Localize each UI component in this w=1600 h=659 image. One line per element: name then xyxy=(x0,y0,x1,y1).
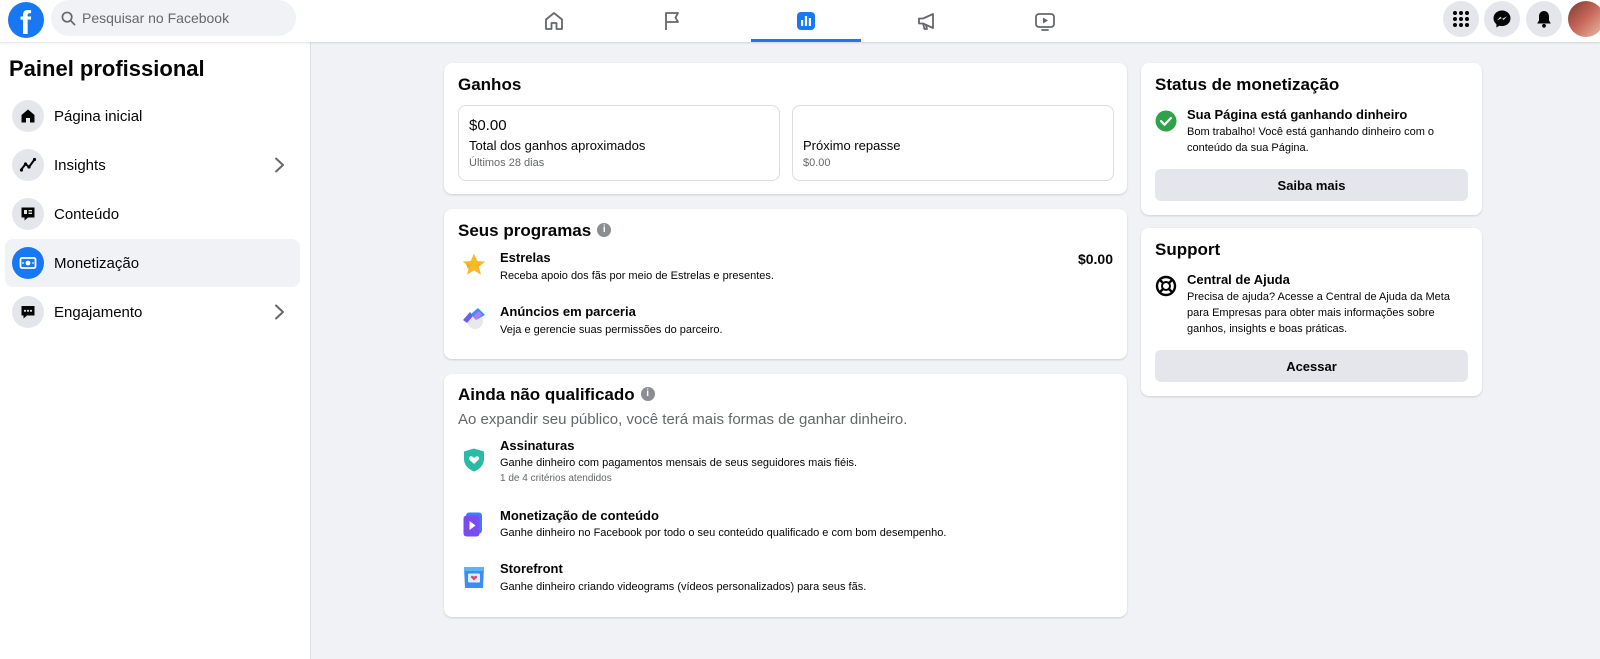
status-headline: Sua Página está ganhando dinheiro xyxy=(1187,107,1408,122)
sidebar: Painel profissional Página inicial Insig… xyxy=(0,42,311,659)
sidebar-icon-wrapper xyxy=(12,247,44,279)
next-payout-box: Próximo repasse $0.00 xyxy=(792,105,1114,181)
not-qualified-title: Ainda não qualificado xyxy=(458,385,635,404)
check-circle-icon xyxy=(1155,110,1177,132)
support-card: Support Central de Ajuda Precisa de ajud… xyxy=(1141,228,1482,396)
programs-title: Seus programas xyxy=(458,221,592,240)
nav-tab-pages[interactable] xyxy=(617,0,727,42)
support-title: Support xyxy=(1155,240,1221,259)
sidebar-item-home[interactable]: Página inicial xyxy=(5,92,300,140)
support-body-line3: ganhos, insights e boas práticas. xyxy=(1187,323,1348,335)
chart-icon xyxy=(797,12,815,30)
info-icon[interactable]: i xyxy=(640,386,655,401)
storefront-icon xyxy=(464,567,484,588)
next-payout-value: $0.00 xyxy=(803,157,831,169)
monetization-status-card: Status de monetização Sua Página está ga… xyxy=(1141,63,1482,215)
learn-more-button[interactable]: Saiba mais xyxy=(1155,169,1468,201)
next-payout-label: Próximo repasse xyxy=(803,138,901,153)
content-icon xyxy=(21,207,35,221)
sidebar-item-label: Insights xyxy=(54,156,106,174)
support-headline: Central de Ajuda xyxy=(1187,272,1290,287)
total-earnings-label: Total dos ganhos aproximados xyxy=(469,138,646,153)
grid-menu-icon xyxy=(1453,11,1469,27)
sidebar-title: Painel profissional xyxy=(9,56,205,81)
program-name: Assinaturas xyxy=(500,438,575,453)
megaphone-icon xyxy=(918,13,934,30)
program-name: Monetização de conteúdo xyxy=(500,508,659,523)
star-icon xyxy=(462,253,486,275)
video-icon xyxy=(1035,13,1055,31)
total-earnings-period: Últimos 28 dias xyxy=(469,157,545,169)
home-icon xyxy=(545,12,563,30)
chat-icon xyxy=(21,306,35,319)
facebook-logo[interactable]: f xyxy=(8,2,44,41)
sidebar-item-label: Página inicial xyxy=(54,107,143,125)
search-icon xyxy=(61,11,76,25)
nav-tab-professional-dashboard[interactable] xyxy=(751,0,861,42)
content-monetization-icon xyxy=(463,512,482,537)
menu-button[interactable] xyxy=(1443,1,1479,37)
sidebar-icon-wrapper xyxy=(12,198,44,230)
not-qualified-title-row: Ainda não qualificado i xyxy=(458,385,655,405)
nav-tab-video[interactable] xyxy=(990,0,1100,42)
sidebar-item-monetization[interactable]: Monetização xyxy=(5,239,300,287)
messenger-button[interactable] xyxy=(1484,1,1520,37)
program-name: Estrelas xyxy=(500,250,551,265)
subscriptions-icon xyxy=(464,448,484,472)
earnings-card: Ganhos $0.00 Total dos ganhos aproximado… xyxy=(444,63,1127,194)
info-icon[interactable]: i xyxy=(597,222,612,237)
program-description: Ganhe dinheiro no Facebook por todo o se… xyxy=(500,527,947,539)
notifications-button[interactable] xyxy=(1526,1,1562,37)
sidebar-item-engagement[interactable]: Engajamento xyxy=(5,288,300,336)
home-icon xyxy=(21,109,35,123)
earnings-title: Ganhos xyxy=(458,75,522,94)
chevron-right-icon xyxy=(275,157,284,173)
sidebar-item-label: Monetização xyxy=(54,254,140,272)
access-help-button[interactable]: Acessar xyxy=(1155,350,1468,382)
sidebar-item-content[interactable]: Conteúdo xyxy=(5,190,300,238)
sidebar-icon-wrapper xyxy=(12,100,44,132)
status-title: Status de monetização xyxy=(1155,75,1340,94)
sidebar-item-label: Conteúdo xyxy=(54,205,120,223)
search-input[interactable] xyxy=(82,10,282,26)
program-value: $0.00 xyxy=(1077,251,1113,267)
status-body-line1: Bom trabalho! Você está ganhando dinheir… xyxy=(1187,126,1435,138)
status-body-line2: conteúdo da sua Página. xyxy=(1187,142,1309,154)
program-description: Ganhe dinheiro com pagamentos mensais de… xyxy=(500,457,858,469)
nav-tab-ads[interactable] xyxy=(872,0,982,42)
support-body-line1: Precisa de ajuda? Acesse a Central de Aj… xyxy=(1187,291,1450,303)
search-box[interactable] xyxy=(51,0,296,36)
total-earnings-value: $0.00 xyxy=(469,117,507,134)
not-qualified-subtitle: Ao expandir seu público, você terá mais … xyxy=(458,411,908,428)
chevron-right-icon xyxy=(275,304,284,320)
program-criteria: 1 de 4 critérios atendidos xyxy=(500,473,612,484)
profile-avatar[interactable] xyxy=(1568,1,1600,37)
insights-icon xyxy=(19,157,37,172)
program-description: Veja e gerencie suas permissões do parce… xyxy=(500,324,723,336)
not-qualified-card: Ainda não qualificado i Ao expandir seu p… xyxy=(444,374,1127,617)
sidebar-icon-wrapper xyxy=(12,149,44,181)
program-name: Anúncios em parceria xyxy=(500,304,636,319)
sidebar-icon-wrapper xyxy=(12,296,44,328)
monetization-icon xyxy=(19,257,37,269)
programs-title-row: Seus programas i xyxy=(458,221,612,241)
program-description: Ganhe dinheiro criando videograms (vídeo… xyxy=(500,581,867,593)
programs-card: Seus programas i Estrelas Receba apoio do… xyxy=(444,209,1127,359)
lifebuoy-icon xyxy=(1155,275,1177,297)
sidebar-item-insights[interactable]: Insights xyxy=(5,141,300,189)
flag-icon xyxy=(665,12,679,30)
facebook-logo-letter: f xyxy=(20,4,31,41)
support-body-line2: para Empresas para obter mais informaçõe… xyxy=(1187,307,1435,319)
program-name: Storefront xyxy=(500,561,563,576)
partnership-ads-icon xyxy=(463,308,485,329)
sidebar-item-label: Engajamento xyxy=(54,303,143,321)
total-earnings-box: $0.00 Total dos ganhos aproximados Últim… xyxy=(458,105,780,181)
nav-tab-home[interactable] xyxy=(499,0,609,42)
program-description: Receba apoio dos fãs por meio de Estrela… xyxy=(500,270,774,282)
top-navigation-bar: f xyxy=(0,0,1600,42)
messenger-icon xyxy=(1493,10,1511,28)
bell-icon xyxy=(1537,11,1551,28)
